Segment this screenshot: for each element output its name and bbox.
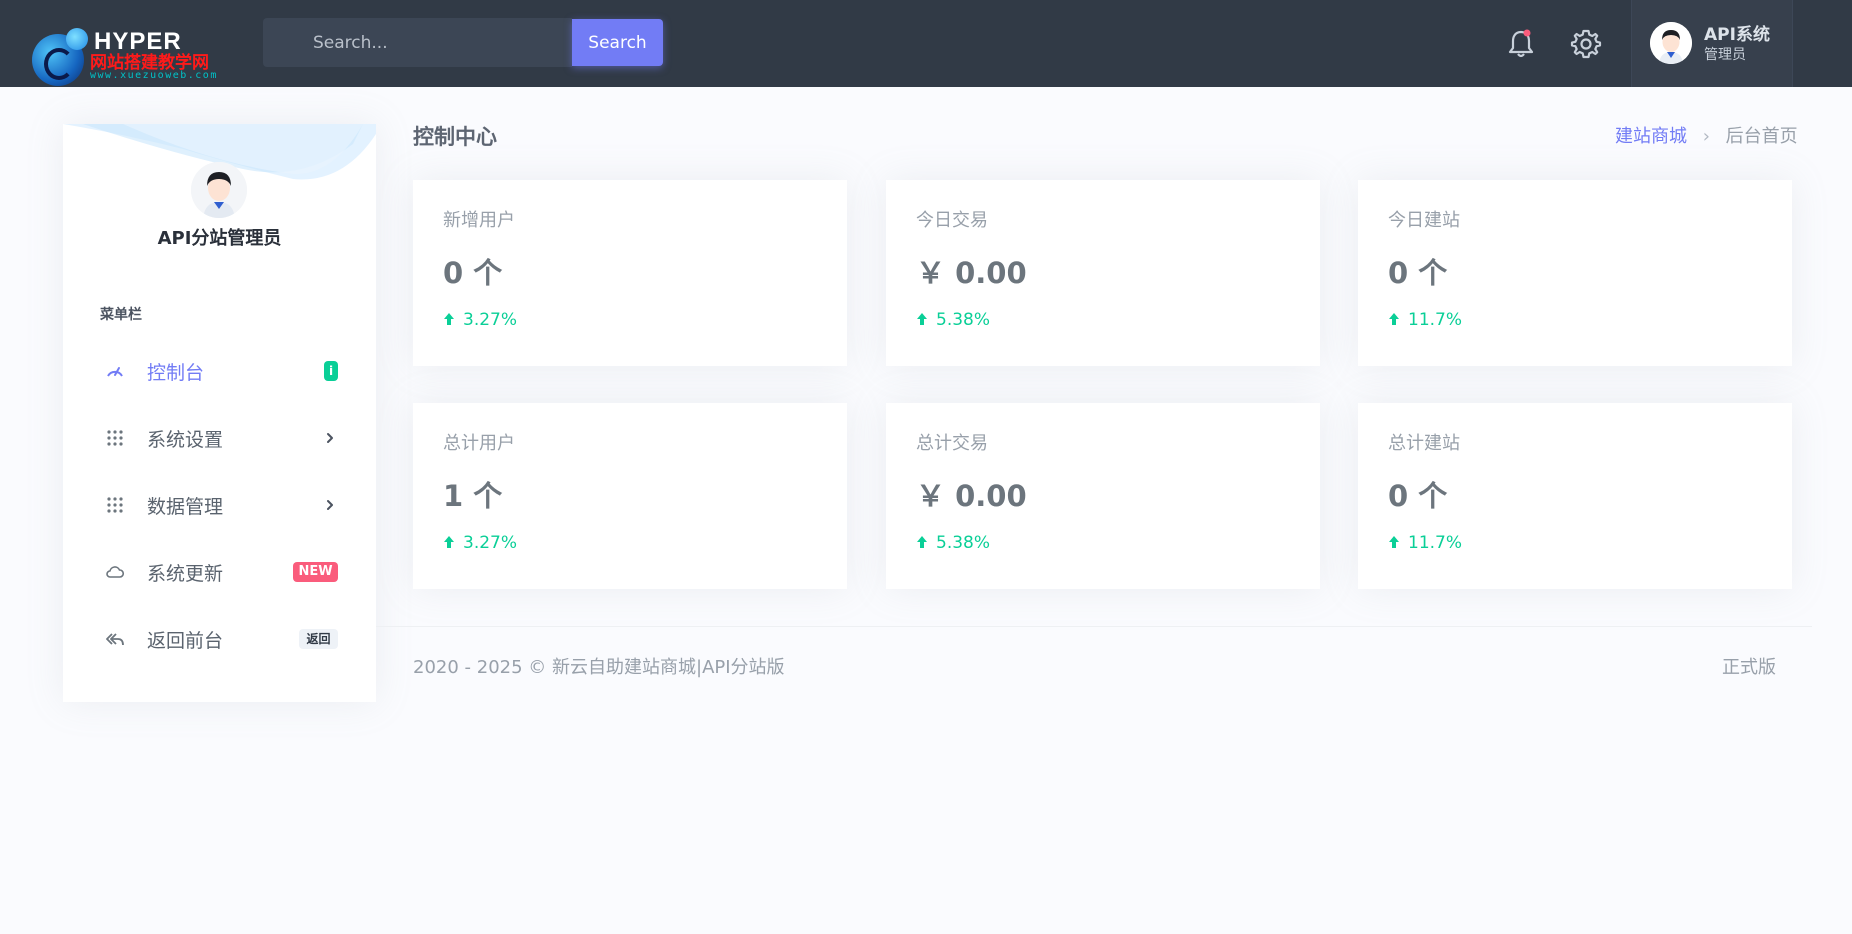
menu-title: 菜单栏 bbox=[100, 307, 142, 323]
sidebar-item-system-settings[interactable]: 系统设置 bbox=[63, 413, 376, 463]
trend-value: 3.27% bbox=[463, 533, 518, 553]
sidebar-item-dashboard[interactable]: 控制台 i bbox=[63, 346, 376, 396]
card-title: 今日建站 bbox=[1388, 210, 1460, 231]
card-title: 总计交易 bbox=[916, 433, 988, 454]
cloud-icon bbox=[106, 566, 125, 578]
user-menu[interactable]: API系统 管理员 bbox=[1631, 0, 1793, 87]
card-value: ￥ 0.00 bbox=[916, 256, 1027, 290]
card-value: 0 个 bbox=[443, 256, 503, 290]
stat-card-total-users: 总计用户 1 个 3.27% bbox=[413, 403, 847, 589]
trend-value: 11.7% bbox=[1408, 310, 1463, 330]
sidebar-item-back-to-front[interactable]: 返回前台 返回 bbox=[63, 614, 376, 664]
arrow-up-icon bbox=[444, 313, 454, 325]
search-box bbox=[263, 18, 572, 67]
stat-card-today-sites: 今日建站 0 个 11.7% bbox=[1358, 180, 1792, 366]
breadcrumb-current: 后台首页 bbox=[1725, 126, 1798, 147]
sidebar: API分站管理员 菜单栏 控制台 i 系统设置 数据管理 系统更新 NEW 返回… bbox=[63, 124, 376, 702]
footer-version: 正式版 bbox=[1722, 657, 1776, 678]
grid-icon bbox=[107, 497, 123, 513]
sidebar-item-label: 系统设置 bbox=[147, 429, 224, 451]
sidebar-item-data-management[interactable]: 数据管理 bbox=[63, 480, 376, 530]
card-title: 今日交易 bbox=[916, 210, 988, 231]
brand-url: www.xuezuoweb.com bbox=[90, 70, 218, 81]
sidebar-item-system-update[interactable]: 系统更新 NEW bbox=[63, 547, 376, 597]
logo-orb-icon bbox=[66, 28, 88, 50]
card-value: ￥ 0.00 bbox=[916, 479, 1027, 513]
breadcrumb: 建站商城 › 后台首页 bbox=[1615, 122, 1798, 148]
dashboard-icon bbox=[107, 367, 123, 377]
new-badge: NEW bbox=[293, 562, 338, 582]
card-trend: 11.7% bbox=[1388, 533, 1462, 553]
sidebar-avatar bbox=[191, 162, 247, 218]
trend-value: 5.38% bbox=[936, 533, 991, 553]
trend-value: 11.7% bbox=[1408, 533, 1463, 553]
user-role: 管理员 bbox=[1704, 47, 1746, 63]
breadcrumb-link[interactable]: 建站商城 bbox=[1615, 126, 1687, 147]
card-value: 0 个 bbox=[1388, 256, 1448, 290]
brand-logo[interactable]: HYPER 网站搭建教学网 www.xuezuoweb.com bbox=[32, 28, 232, 86]
footer-copyright: 2020 - 2025 © 新云自助建站商城|API分站版 bbox=[413, 657, 785, 678]
card-trend: 5.38% bbox=[916, 310, 990, 330]
arrow-up-icon bbox=[917, 313, 927, 325]
stat-card-total-transactions: 总计交易 ￥ 0.00 5.38% bbox=[886, 403, 1320, 589]
stat-card-total-sites: 总计建站 0 个 11.7% bbox=[1358, 403, 1792, 589]
trend-value: 5.38% bbox=[936, 310, 991, 330]
arrow-up-icon bbox=[444, 536, 454, 548]
status-badge: i bbox=[324, 361, 338, 381]
sidebar-item-label: 控制台 bbox=[147, 362, 205, 384]
search-button[interactable]: Search bbox=[572, 19, 663, 66]
card-trend: 3.27% bbox=[443, 533, 517, 553]
card-title: 总计建站 bbox=[1388, 433, 1460, 454]
sidebar-item-label: 返回前台 bbox=[147, 630, 224, 652]
user-name: API系统 bbox=[1704, 25, 1770, 45]
grid-icon bbox=[107, 430, 123, 446]
arrow-up-icon bbox=[1389, 313, 1399, 325]
topbar: HYPER 网站搭建教学网 www.xuezuoweb.com Search..… bbox=[0, 0, 1852, 87]
chevron-right-icon bbox=[327, 433, 333, 443]
footer-divider bbox=[376, 626, 1812, 627]
card-value: 1 个 bbox=[443, 479, 503, 513]
arrow-up-icon bbox=[917, 536, 927, 548]
gear-icon[interactable] bbox=[1570, 28, 1602, 60]
reply-all-icon bbox=[106, 633, 124, 646]
card-title: 总计用户 bbox=[443, 433, 515, 454]
sidebar-item-label: 系统更新 bbox=[147, 563, 224, 585]
card-trend: 11.7% bbox=[1388, 310, 1462, 330]
back-badge: 返回 bbox=[299, 629, 338, 649]
card-trend: 3.27% bbox=[443, 310, 517, 330]
sidebar-item-label: 数据管理 bbox=[147, 496, 224, 518]
avatar bbox=[1650, 22, 1692, 64]
sidebar-profile-name: API分站管理员 bbox=[157, 228, 282, 249]
page-title: 控制中心 bbox=[413, 125, 497, 149]
stat-card-new-users: 新增用户 0 个 3.27% bbox=[413, 180, 847, 366]
search-input[interactable] bbox=[263, 18, 572, 67]
arrow-up-icon bbox=[1389, 536, 1399, 548]
chevron-right-icon bbox=[327, 500, 333, 510]
stat-card-today-transactions: 今日交易 ￥ 0.00 5.38% bbox=[886, 180, 1320, 366]
breadcrumb-separator-icon: › bbox=[1702, 126, 1710, 147]
card-title: 新增用户 bbox=[443, 210, 515, 231]
trend-value: 3.27% bbox=[463, 310, 518, 330]
card-trend: 5.38% bbox=[916, 533, 990, 553]
card-value: 0 个 bbox=[1388, 479, 1448, 513]
bell-icon[interactable] bbox=[1506, 28, 1536, 60]
